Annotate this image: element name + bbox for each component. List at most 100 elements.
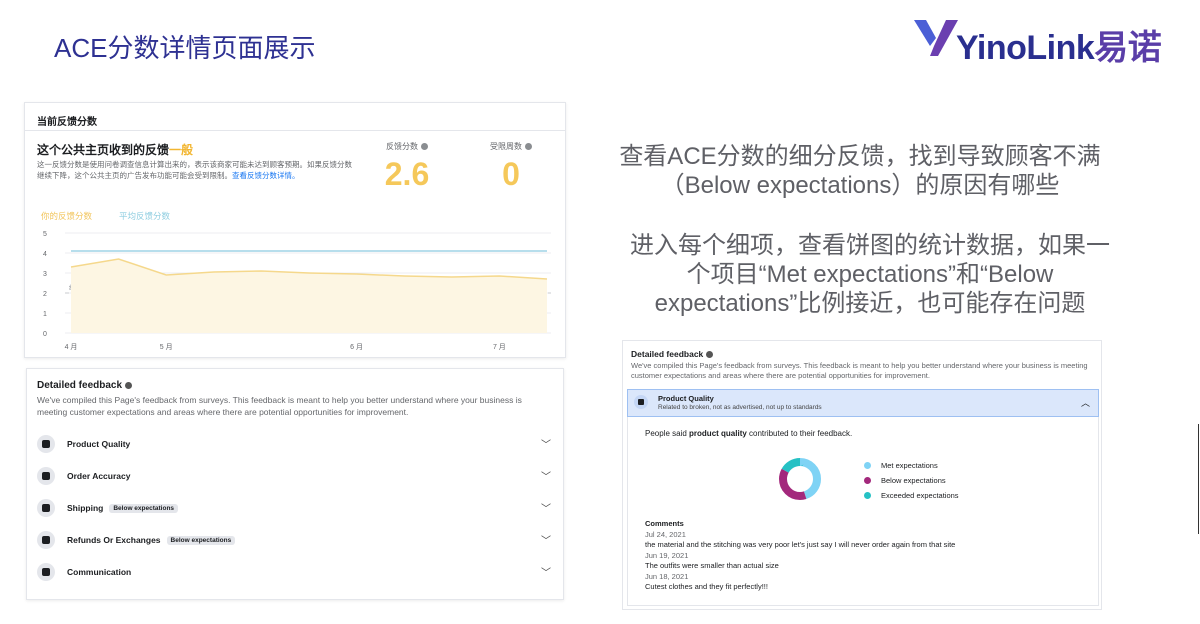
panel-header: 当前反馈分数 bbox=[37, 117, 97, 128]
score-subtitle: 这个公共主页收到的反馈一般 bbox=[37, 141, 193, 158]
comment-date: Jun 18, 2021 bbox=[645, 572, 689, 581]
chevron-down-icon[interactable]: ﹀ bbox=[541, 500, 551, 515]
metric-label-text: 受限周数 bbox=[490, 142, 522, 151]
feedback-row-product-quality[interactable]: Product Quality ﹀ bbox=[37, 431, 557, 459]
legend-label: Exceeded expectations bbox=[881, 491, 959, 500]
series-area-your-score bbox=[71, 259, 547, 333]
y-tick-label: 0 bbox=[43, 331, 47, 338]
logo-wordmark: YinoLink易诺 bbox=[956, 20, 1162, 69]
legend-dot-icon bbox=[864, 477, 871, 484]
detailed-feedback-panel: Detailed feedback We've compiled this Pa… bbox=[26, 368, 564, 600]
metric-feedback-score: 反馈分数 2.6 bbox=[377, 141, 437, 193]
y-tick-label: 3 bbox=[43, 271, 47, 278]
feedback-score-panel: 当前反馈分数 这个公共主页收到的反馈一般 这一反馈分数是使用问卷调查信息计算出来… bbox=[24, 102, 566, 358]
x-tick-label: 7 月 bbox=[493, 343, 506, 351]
detailed-feedback-description: We've compiled this Page's feedback from… bbox=[631, 361, 1088, 380]
chevron-down-icon[interactable]: ﹀ bbox=[541, 436, 551, 451]
text-line: 个项目“Met expectations”和“Below bbox=[686, 261, 1054, 288]
donut-legend-item: Below expectations bbox=[864, 476, 946, 485]
chevron-down-icon[interactable]: ﹀ bbox=[541, 468, 551, 483]
score-details-link[interactable]: 查看反馈分数详情。 bbox=[232, 171, 300, 180]
legend-label: Met expectations bbox=[881, 461, 938, 470]
text-line: 进入每个细项，查看饼图的统计数据，如果一 bbox=[630, 232, 1110, 259]
metric-label: 反馈分数 bbox=[377, 141, 437, 152]
detailed-feedback-expanded-panel: Detailed feedback We've compiled this Pa… bbox=[622, 340, 1102, 610]
row-label: Order Accuracy bbox=[67, 471, 130, 481]
y-tick-label: 2 bbox=[43, 291, 47, 298]
description-text: 这一反馈分数是使用问卷调查信息计算出来的，表示该商家可能未达到顾客预期。如果反馈… bbox=[37, 160, 352, 180]
comment-date: Jun 19, 2021 bbox=[645, 551, 689, 560]
donut-legend-item: Met expectations bbox=[864, 461, 938, 470]
chevron-up-icon[interactable]: ︿ bbox=[1081, 396, 1090, 409]
row-label: Communication bbox=[67, 567, 131, 577]
info-icon[interactable] bbox=[525, 143, 532, 151]
metric-label-text: 反馈分数 bbox=[386, 142, 418, 151]
info-icon[interactable] bbox=[125, 381, 133, 389]
row-label-text: Communication bbox=[67, 567, 132, 577]
score-level: 一般 bbox=[169, 143, 194, 157]
comment-text: the material and the stitching was very … bbox=[645, 540, 956, 549]
metric-value: 0 bbox=[502, 156, 520, 192]
chevron-down-icon[interactable]: ﹀ bbox=[541, 564, 551, 579]
category-icon bbox=[37, 467, 55, 485]
row-label-text: Order Accuracy bbox=[67, 471, 131, 481]
y-tick-label: 5 bbox=[43, 231, 47, 238]
category-icon bbox=[37, 435, 55, 453]
title-text: Detailed feedback bbox=[631, 349, 704, 359]
detailed-feedback-description: We've compiled this Page's feedback from… bbox=[37, 395, 522, 417]
text-line: （Below expectations）的原因有哪些 bbox=[660, 172, 1060, 199]
said-prefix: People said bbox=[645, 429, 690, 438]
status-badge: Below expectations bbox=[109, 504, 179, 513]
people-said-text: People said product quality contributed … bbox=[645, 429, 852, 438]
logo-mark-icon bbox=[914, 20, 958, 56]
legend-average-score[interactable]: 平均反馈分数 bbox=[119, 210, 170, 222]
feedback-row-refunds-or-exchanges[interactable]: Refunds Or Exchanges Below expectations ﹀ bbox=[37, 527, 557, 555]
explanation-text-1: 查看ACE分数的细分反馈，找到导致顾客不满 （Below expectation… bbox=[600, 142, 1120, 200]
text-line: 查看ACE分数的细分反馈，找到导致顾客不满 bbox=[619, 143, 1101, 170]
legend-dot-icon bbox=[864, 462, 871, 469]
x-tick-label: 4 月 bbox=[65, 343, 78, 351]
y-tick-label: 1 bbox=[43, 311, 47, 318]
said-suffix: contributed to their feedback. bbox=[746, 429, 853, 438]
legend-label: Below expectations bbox=[881, 476, 946, 485]
feedback-row-order-accuracy[interactable]: Order Accuracy ﹀ bbox=[37, 463, 557, 491]
edge-divider bbox=[1198, 424, 1199, 534]
logo-word-cn: 易诺 bbox=[1094, 29, 1162, 67]
brand-logo: YinoLink易诺 bbox=[912, 16, 1162, 69]
donut-legend-item: Exceeded expectations bbox=[864, 491, 959, 500]
explanation-text-2: 进入每个细项，查看饼图的统计数据，如果一 个项目“Met expectation… bbox=[610, 231, 1130, 318]
divider bbox=[25, 130, 565, 131]
info-icon[interactable] bbox=[421, 143, 428, 151]
row-label-text: Shipping bbox=[67, 503, 104, 513]
text-line: expectations”比例接近，也可能存在问题 bbox=[654, 290, 1086, 317]
said-bold: product quality bbox=[689, 429, 747, 438]
section-name: Product Quality bbox=[658, 394, 714, 403]
metric-restricted-weeks: 受限周数 0 bbox=[481, 141, 541, 193]
title-text: Detailed feedback bbox=[37, 380, 123, 391]
detailed-feedback-title: Detailed feedback bbox=[37, 380, 133, 391]
slide-title: ACE分数详情页面展示 bbox=[54, 33, 316, 63]
category-icon bbox=[37, 499, 55, 517]
score-description: 这一反馈分数是使用问卷调查信息计算出来的，表示该商家可能未达到顾客预期。如果反馈… bbox=[37, 159, 357, 181]
category-icon bbox=[37, 531, 55, 549]
row-label-text: Product Quality bbox=[67, 439, 131, 449]
product-quality-header[interactable]: Product Quality Related to broken, not a… bbox=[627, 389, 1099, 417]
subtitle-prefix: 这个公共主页收到的反馈 bbox=[37, 143, 170, 157]
metric-value: 2.6 bbox=[384, 156, 430, 192]
legend-your-score[interactable]: 你的反馈分数 bbox=[41, 210, 92, 222]
row-label: Product Quality bbox=[67, 439, 130, 449]
metric-label: 受限周数 bbox=[481, 141, 541, 152]
x-tick-label: 6 月 bbox=[350, 343, 363, 351]
logo-word-en: YinoLink bbox=[956, 29, 1095, 67]
feedback-row-shipping[interactable]: Shipping Below expectations ﹀ bbox=[37, 495, 557, 523]
row-label: Refunds Or Exchanges Below expectations bbox=[67, 535, 236, 545]
y-tick-label: 4 bbox=[43, 251, 47, 258]
info-icon[interactable] bbox=[706, 351, 714, 359]
feedback-donut-chart bbox=[779, 458, 821, 500]
chevron-down-icon[interactable]: ﹀ bbox=[541, 532, 551, 547]
legend-dot-icon bbox=[864, 492, 871, 499]
feedback-row-communication[interactable]: Communication ﹀ bbox=[37, 559, 557, 587]
comment-date: Jul 24, 2021 bbox=[645, 530, 686, 539]
product-quality-body: People said product quality contributed … bbox=[627, 417, 1099, 606]
tag-icon bbox=[634, 395, 648, 409]
